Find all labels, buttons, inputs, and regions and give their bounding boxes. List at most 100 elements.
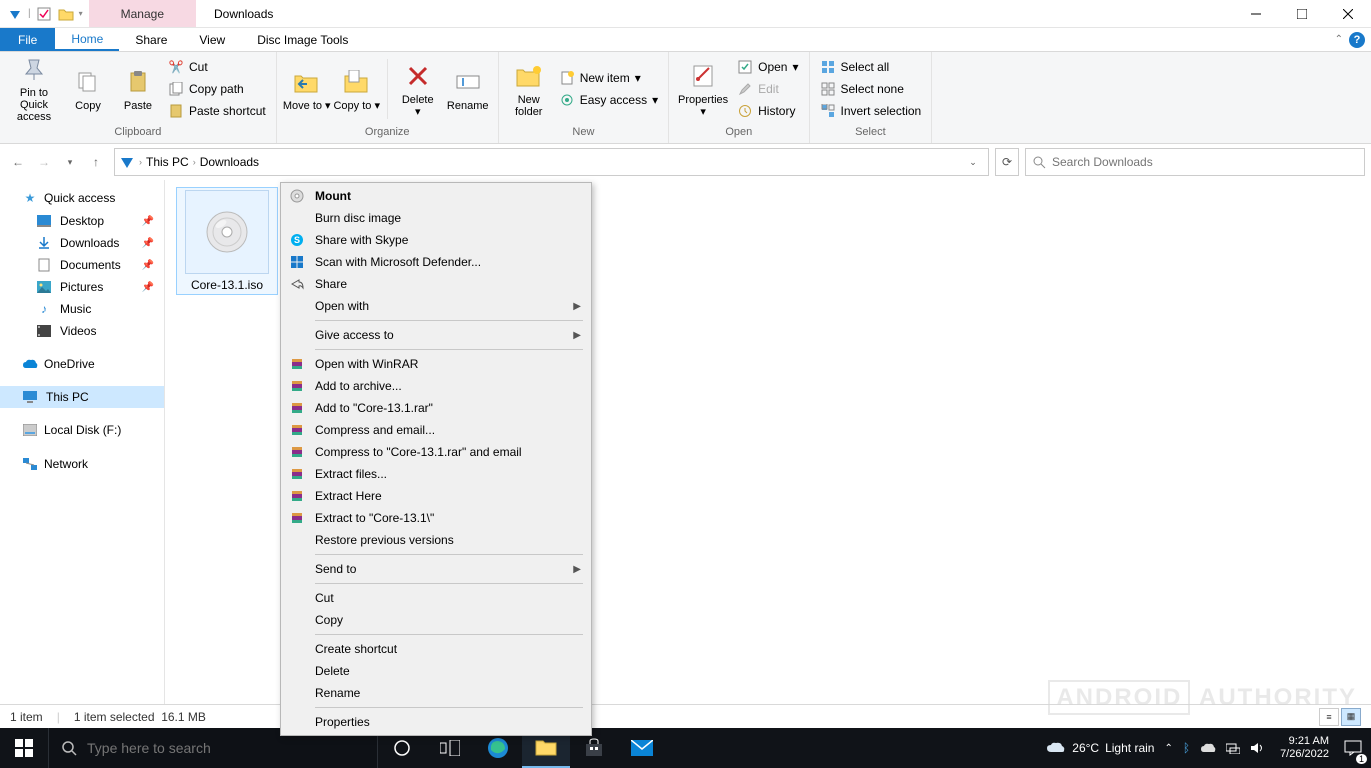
copy-path-button[interactable]: Copy path: [164, 78, 270, 100]
home-tab[interactable]: Home: [55, 28, 119, 51]
share-tab[interactable]: Share: [119, 28, 183, 51]
new-item-button[interactable]: New item ▾: [555, 67, 662, 89]
select-all-button[interactable]: Select all: [816, 56, 926, 78]
volume-icon[interactable]: [1250, 741, 1264, 755]
ctx-mount[interactable]: Mount: [283, 185, 589, 207]
ribbon-tabs: File Home Share View Disc Image Tools ⌃ …: [0, 28, 1371, 52]
help-icon[interactable]: ?: [1349, 32, 1365, 48]
down-arrow-icon[interactable]: [6, 5, 24, 23]
forward-button[interactable]: →: [32, 150, 56, 174]
ctx-extract-here[interactable]: Extract Here: [283, 485, 589, 507]
sidebar-item-downloads[interactable]: Downloads📌: [0, 232, 164, 254]
onedrive-tray-icon[interactable]: [1200, 743, 1216, 754]
ctx-rename[interactable]: Rename: [283, 682, 589, 704]
ctx-share[interactable]: Share: [283, 273, 589, 295]
search-box[interactable]: [1025, 148, 1365, 176]
ctx-compress-email[interactable]: Compress and email...: [283, 419, 589, 441]
back-button[interactable]: ←: [6, 150, 30, 174]
mail-button[interactable]: [618, 728, 666, 768]
address-dropdown-icon[interactable]: ⌄: [962, 149, 984, 175]
ctx-delete[interactable]: Delete: [283, 660, 589, 682]
ctx-open-with[interactable]: Open with▶: [283, 295, 589, 317]
notifications-button[interactable]: 1: [1335, 728, 1371, 768]
recent-dropdown[interactable]: ▾: [58, 150, 82, 174]
ctx-give-access[interactable]: Give access to▶: [283, 324, 589, 346]
close-button[interactable]: [1325, 0, 1371, 27]
file-item-iso[interactable]: Core-13.1.iso: [177, 188, 277, 294]
notification-badge: 1: [1356, 754, 1367, 764]
breadcrumb-this-pc[interactable]: This PC: [146, 155, 189, 169]
ctx-compress-rar-email[interactable]: Compress to "Core-13.1.rar" and email: [283, 441, 589, 463]
pin-icon: 📌: [142, 282, 154, 293]
new-folder-button[interactable]: New folder: [505, 55, 553, 123]
maximize-button[interactable]: [1279, 0, 1325, 27]
sidebar-quick-access[interactable]: ★Quick access: [0, 186, 164, 210]
ctx-skype[interactable]: SShare with Skype: [283, 229, 589, 251]
network-tray-icon[interactable]: [1226, 742, 1240, 754]
sidebar-onedrive[interactable]: OneDrive: [0, 352, 164, 376]
disc-image-tools-tab[interactable]: Disc Image Tools: [241, 28, 364, 51]
delete-button[interactable]: Delete▾: [394, 55, 442, 123]
ctx-create-shortcut[interactable]: Create shortcut: [283, 638, 589, 660]
copy-button[interactable]: Copy: [64, 55, 112, 123]
sidebar-item-documents[interactable]: Documents📌: [0, 254, 164, 276]
sidebar-item-desktop[interactable]: Desktop📌: [0, 210, 164, 232]
ctx-add-archive[interactable]: Add to archive...: [283, 375, 589, 397]
refresh-button[interactable]: ⟳: [996, 149, 1018, 175]
move-to-button[interactable]: Move to ▾: [283, 55, 331, 123]
up-button[interactable]: ↑: [84, 150, 108, 174]
checkbox-icon[interactable]: [35, 5, 53, 23]
ctx-extract-files[interactable]: Extract files...: [283, 463, 589, 485]
sidebar-item-pictures[interactable]: Pictures📌: [0, 276, 164, 298]
view-tab[interactable]: View: [183, 28, 241, 51]
easy-access-button[interactable]: Easy access ▾: [555, 89, 662, 111]
paste-shortcut-button[interactable]: Paste shortcut: [164, 100, 270, 122]
ctx-extract-to[interactable]: Extract to "Core-13.1\": [283, 507, 589, 529]
system-tray: ⌃ ᛒ: [1154, 741, 1274, 755]
invert-selection-button[interactable]: Invert selection: [816, 100, 926, 122]
ctx-send-to[interactable]: Send to▶: [283, 558, 589, 580]
breadcrumb-downloads[interactable]: Downloads: [200, 155, 259, 169]
ctx-restore[interactable]: Restore previous versions: [283, 529, 589, 551]
qat-dropdown-icon[interactable]: ▾: [79, 9, 83, 18]
minimize-button[interactable]: [1233, 0, 1279, 27]
taskbar-search-input[interactable]: [87, 740, 365, 756]
edit-button[interactable]: Edit: [733, 78, 802, 100]
properties-button[interactable]: Properties▾: [675, 55, 731, 123]
sidebar-network[interactable]: Network: [0, 452, 164, 476]
start-button[interactable]: [0, 728, 48, 768]
sidebar-local-disk[interactable]: Local Disk (F:): [0, 418, 164, 442]
cut-button[interactable]: ✂️Cut: [164, 56, 270, 78]
ctx-copy[interactable]: Copy: [283, 609, 589, 631]
ctx-winrar-open[interactable]: Open with WinRAR: [283, 353, 589, 375]
chevron-right-icon[interactable]: ›: [139, 157, 142, 167]
select-none-button[interactable]: Select none: [816, 78, 926, 100]
paste-icon: [122, 66, 154, 98]
file-tab[interactable]: File: [0, 28, 55, 51]
copy-to-button[interactable]: Copy to ▾: [333, 55, 381, 123]
tray-overflow-icon[interactable]: ⌃: [1164, 743, 1172, 754]
taskbar-clock[interactable]: 9:21 AM 7/26/2022: [1274, 735, 1335, 760]
ctx-properties[interactable]: Properties: [283, 711, 589, 733]
folder-icon[interactable]: [57, 5, 75, 23]
ctx-defender[interactable]: Scan with Microsoft Defender...: [283, 251, 589, 273]
sidebar-this-pc[interactable]: This PC: [0, 386, 164, 408]
paste-button[interactable]: Paste: [114, 55, 162, 123]
ctx-add-rar[interactable]: Add to "Core-13.1.rar": [283, 397, 589, 419]
rename-button[interactable]: Rename: [444, 55, 492, 123]
pin-to-quick-access-button[interactable]: Pin to Quick access: [6, 55, 62, 123]
history-button[interactable]: History: [733, 100, 802, 122]
search-input[interactable]: [1052, 155, 1358, 169]
chevron-right-icon[interactable]: ›: [193, 157, 196, 167]
sidebar-item-videos[interactable]: Videos: [0, 320, 164, 342]
weather-text: Light rain: [1105, 741, 1154, 755]
open-button[interactable]: Open ▾: [733, 56, 802, 78]
weather-widget[interactable]: 26°C Light rain: [1046, 741, 1154, 755]
address-bar[interactable]: › This PC › Downloads ⌄: [114, 148, 989, 176]
manage-contextual-tab[interactable]: Manage: [89, 0, 196, 27]
sidebar-item-music[interactable]: ♪Music: [0, 298, 164, 320]
ctx-cut[interactable]: Cut: [283, 587, 589, 609]
ribbon-collapse-icon[interactable]: ⌃: [1335, 34, 1343, 45]
ctx-burn[interactable]: Burn disc image: [283, 207, 589, 229]
bluetooth-icon[interactable]: ᛒ: [1183, 741, 1190, 755]
